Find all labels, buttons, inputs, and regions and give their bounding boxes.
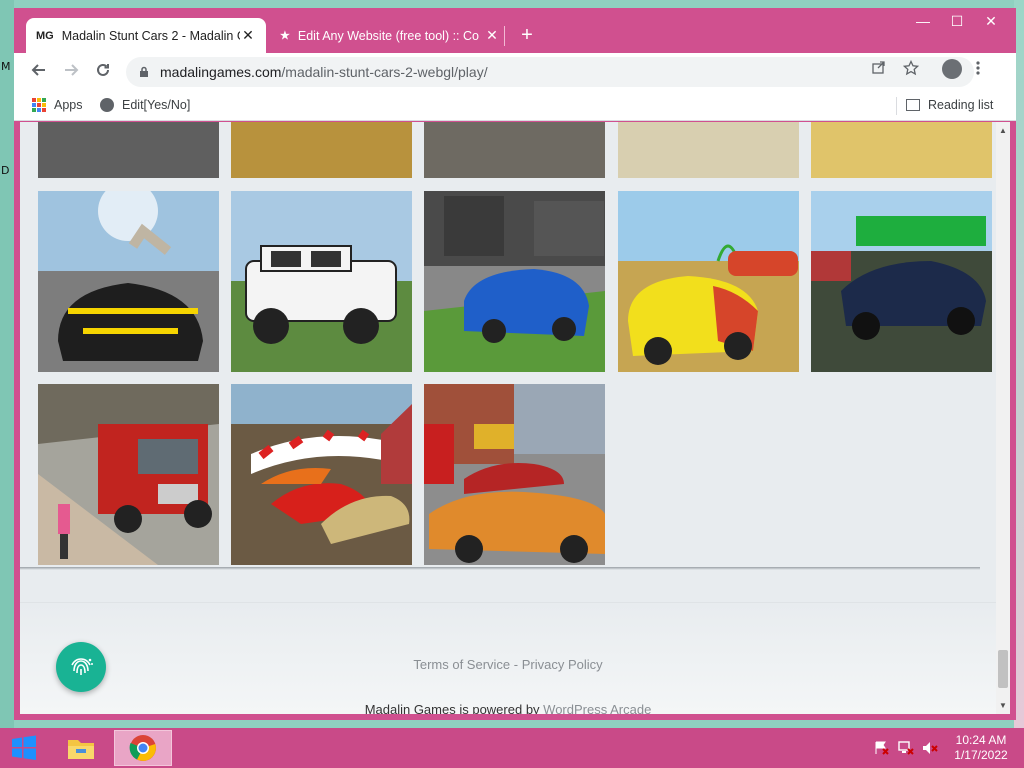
bookmark-apps-label: Apps bbox=[54, 98, 83, 112]
scroll-up-icon[interactable]: ▲ bbox=[998, 126, 1008, 135]
action-center-flag-icon[interactable] bbox=[874, 741, 890, 755]
bookmark-star-icon[interactable] bbox=[902, 59, 920, 78]
sports-car-icon bbox=[811, 191, 992, 372]
close-window-button[interactable]: ✕ bbox=[974, 8, 1008, 34]
forward-button[interactable] bbox=[58, 59, 84, 85]
volume-muted-icon[interactable] bbox=[922, 741, 938, 755]
motorbike-icon bbox=[618, 122, 799, 178]
windows-logo-icon bbox=[12, 735, 36, 760]
forward-arrow-icon bbox=[65, 64, 79, 76]
clock-date: 1/17/2022 bbox=[954, 748, 1008, 762]
bookmark-edit-label: Edit[Yes/No] bbox=[122, 98, 191, 112]
back-button[interactable] bbox=[26, 59, 52, 85]
taskbar-file-explorer[interactable] bbox=[52, 730, 110, 766]
bookmark-apps[interactable]: Apps bbox=[32, 98, 83, 112]
browser-window: MG Madalin Stunt Cars 2 - Madalin G ✕ ★ … bbox=[14, 8, 1016, 720]
thumb-dark-sports-car[interactable] bbox=[811, 191, 992, 372]
terms-of-service-link[interactable]: Terms of Service bbox=[413, 657, 510, 672]
desktop-edge-left: M D bbox=[0, 0, 14, 728]
dirt-bike-icon bbox=[811, 122, 992, 178]
reading-list-icon bbox=[906, 99, 920, 111]
vertical-scrollbar[interactable]: ▲ ▼ bbox=[996, 122, 1010, 714]
url-path: /madalin-stunt-cars-2-webgl/play/ bbox=[281, 64, 488, 80]
thumb-orange-roadster[interactable] bbox=[424, 384, 605, 565]
madalin-games-favicon-icon: MG bbox=[36, 29, 54, 42]
footer-links: Terms of Service - Privacy Policy bbox=[20, 657, 996, 672]
thumb-row0-2[interactable] bbox=[231, 122, 412, 178]
network-icon[interactable] bbox=[898, 741, 914, 755]
lock-icon bbox=[140, 66, 148, 77]
share-icon[interactable] bbox=[870, 60, 888, 78]
powered-by-prefix: Madalin Games is powered by bbox=[364, 702, 544, 714]
tab-close-icon[interactable]: ✕ bbox=[484, 27, 500, 44]
tab-title: Madalin Stunt Cars 2 - Madalin G bbox=[61, 28, 240, 43]
thumb-fire-truck[interactable] bbox=[38, 384, 219, 565]
reading-list-button[interactable]: Reading list bbox=[906, 98, 993, 112]
tab-edit-any-website[interactable]: ★ Edit Any Website (free tool) :: Co ✕ bbox=[270, 18, 510, 53]
monster-truck-icon bbox=[38, 122, 219, 178]
star-favicon-icon: ★ bbox=[280, 30, 290, 42]
scrollbar-thumb[interactable] bbox=[998, 650, 1008, 688]
fingerprint-badge[interactable] bbox=[56, 642, 106, 692]
sedan-icon bbox=[424, 191, 605, 372]
footer-link-separator: - bbox=[510, 657, 522, 672]
new-tab-button[interactable]: + bbox=[514, 24, 540, 48]
globe-icon bbox=[100, 98, 114, 112]
bookmarks-bar: Apps Edit[Yes/No] Reading list bbox=[14, 91, 1016, 121]
tab-strip: MG Madalin Stunt Cars 2 - Madalin G ✕ ★ … bbox=[14, 8, 1016, 53]
thumb-row0-4[interactable] bbox=[618, 122, 799, 178]
thumb-row0-3[interactable] bbox=[424, 122, 605, 178]
ramp-icon bbox=[231, 384, 412, 565]
profile-avatar[interactable] bbox=[942, 59, 962, 79]
thumb-white-suv[interactable] bbox=[231, 191, 412, 372]
thumb-yellow-hatchback[interactable] bbox=[618, 191, 799, 372]
address-url: madalingames.com/madalin-stunt-cars-2-we… bbox=[160, 64, 488, 80]
orange-car-icon bbox=[231, 122, 412, 178]
tab-madalin-stunt-cars[interactable]: MG Madalin Stunt Cars 2 - Madalin G ✕ bbox=[26, 18, 266, 53]
file-explorer-icon bbox=[68, 740, 94, 759]
taskbar-chrome[interactable] bbox=[114, 730, 172, 766]
suv-icon bbox=[231, 191, 412, 372]
start-button[interactable] bbox=[0, 728, 48, 768]
browser-toolbar: madalingames.com/madalin-stunt-cars-2-we… bbox=[14, 53, 1016, 91]
asphalt-icon bbox=[424, 122, 605, 178]
roadster-icon bbox=[424, 384, 605, 565]
back-arrow-icon bbox=[31, 64, 45, 76]
thumb-blue-bmw[interactable] bbox=[424, 191, 605, 372]
scroll-down-icon[interactable]: ▼ bbox=[998, 701, 1008, 710]
thumb-row0-1[interactable] bbox=[38, 122, 219, 178]
reload-icon bbox=[97, 63, 109, 76]
apps-grid-icon bbox=[32, 98, 46, 112]
clock-time: 10:24 AM bbox=[955, 733, 1007, 747]
desktop-glyph: M bbox=[1, 60, 11, 73]
desktop-glyph: D bbox=[1, 164, 10, 177]
supercar-icon bbox=[38, 191, 219, 372]
windows-taskbar: 10:24 AM 1/17/2022 bbox=[0, 728, 1024, 768]
thumb-row0-5[interactable] bbox=[811, 122, 992, 178]
hatchback-icon bbox=[618, 191, 799, 372]
tab-separator bbox=[504, 26, 505, 46]
powered-by-text: Madalin Games is powered by WordPress Ar… bbox=[20, 702, 996, 714]
fire-truck-icon bbox=[38, 384, 219, 565]
tab-title: Edit Any Website (free tool) :: Co bbox=[297, 28, 479, 43]
thumb-stunt-ramps[interactable] bbox=[231, 384, 412, 565]
chrome-icon bbox=[129, 735, 156, 761]
reading-list-label: Reading list bbox=[928, 98, 994, 112]
page-viewport: Terms of Service - Privacy Policy Madali… bbox=[20, 122, 1010, 714]
grid-shadow bbox=[20, 567, 980, 570]
minimize-button[interactable]: — bbox=[906, 8, 940, 34]
fingerprint-icon bbox=[71, 658, 93, 675]
thumb-yellow-supercar[interactable] bbox=[38, 191, 219, 372]
bookmarks-separator bbox=[896, 97, 897, 115]
tab-close-icon[interactable]: ✕ bbox=[240, 27, 256, 44]
taskbar-clock[interactable]: 10:24 AM 1/17/2022 bbox=[948, 733, 1014, 763]
reload-button[interactable] bbox=[90, 59, 116, 85]
wordpress-arcade-link[interactable]: WordPress Arcade bbox=[543, 702, 651, 714]
privacy-policy-link[interactable]: Privacy Policy bbox=[522, 657, 603, 672]
menu-kebab-icon[interactable] bbox=[976, 60, 980, 81]
bookmark-edit[interactable]: Edit[Yes/No] bbox=[100, 98, 190, 112]
url-domain: madalingames.com bbox=[160, 64, 282, 80]
maximize-button[interactable]: ☐ bbox=[940, 8, 974, 34]
address-bar[interactable]: madalingames.com/madalin-stunt-cars-2-we… bbox=[126, 57, 974, 87]
